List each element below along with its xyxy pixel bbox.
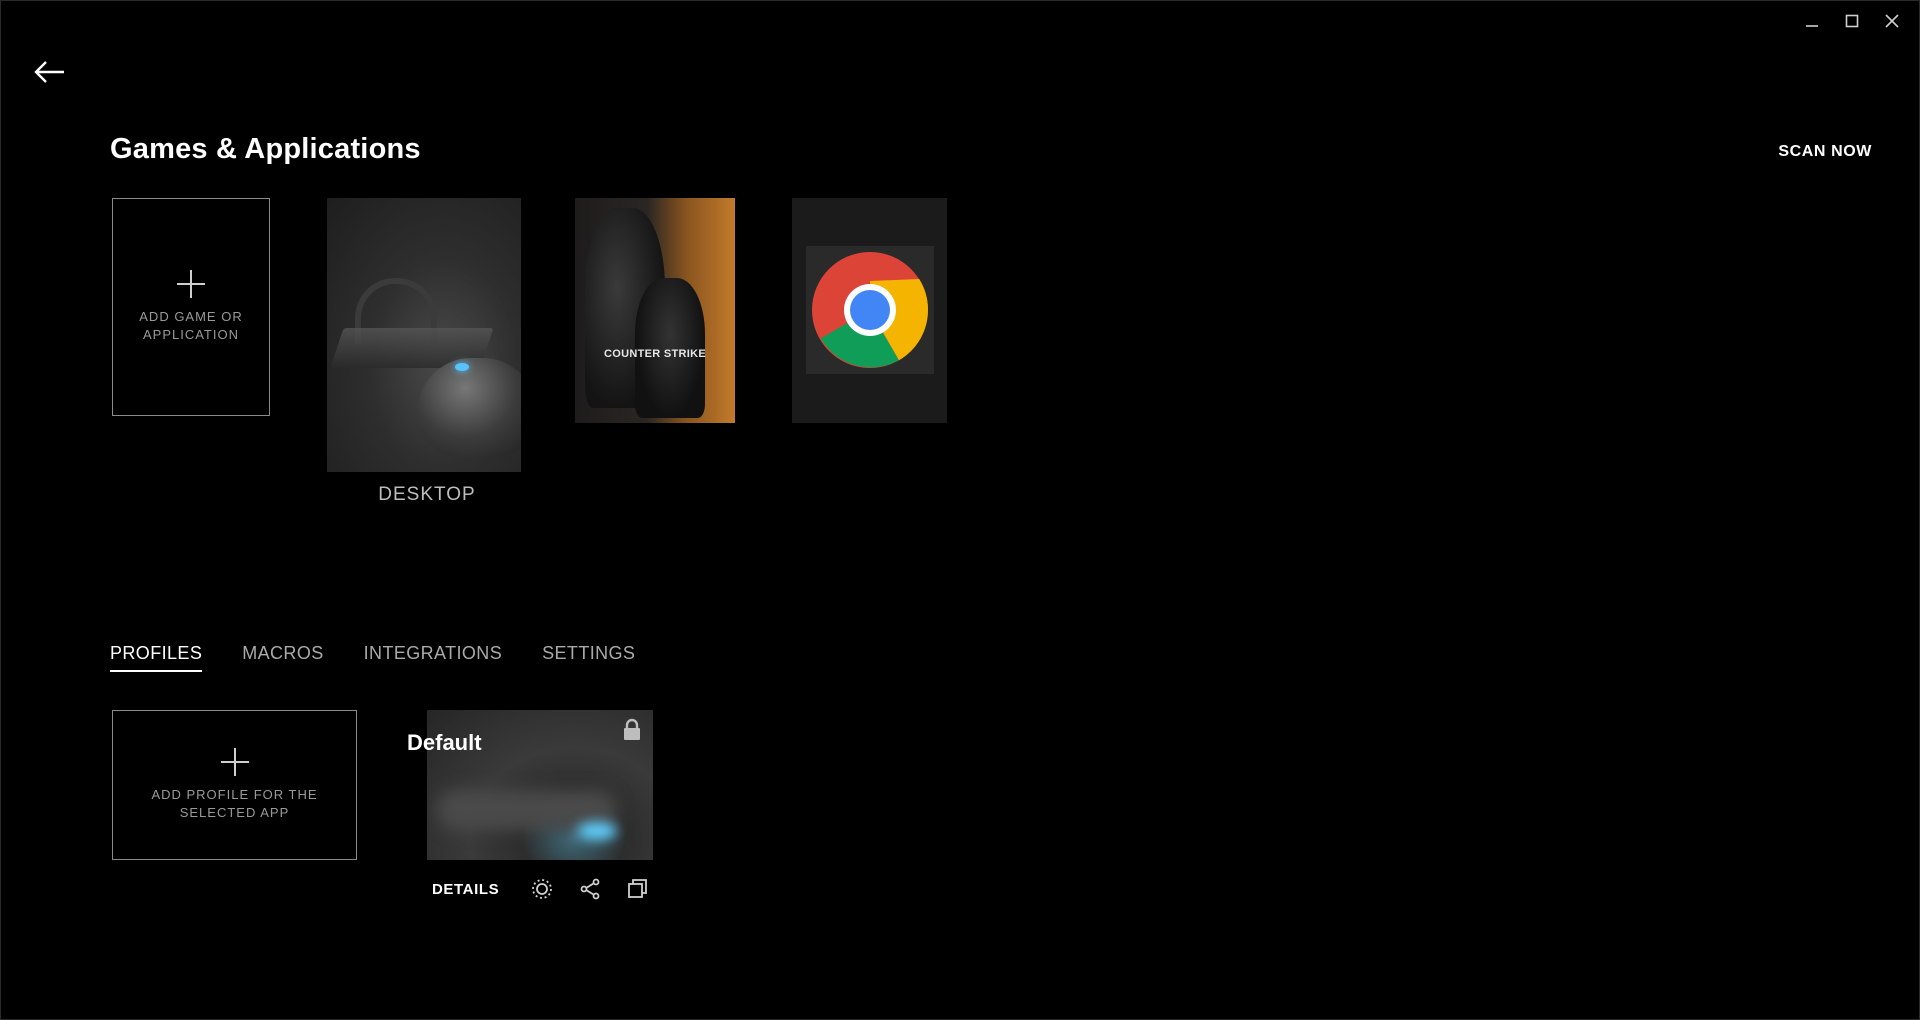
- tab-macros[interactable]: MACROS: [242, 643, 323, 672]
- plus-icon: [220, 748, 249, 776]
- chrome-icon-box: [806, 246, 934, 374]
- mouse-led: [455, 363, 469, 371]
- close-icon[interactable]: [1872, 8, 1912, 34]
- section-tabs: PROFILES MACROS INTEGRATIONS SETTINGS: [110, 643, 635, 672]
- back-button[interactable]: [32, 58, 68, 86]
- duplicate-icon[interactable]: [625, 876, 651, 902]
- maximize-icon[interactable]: [1832, 8, 1872, 34]
- tab-integrations[interactable]: INTEGRATIONS: [364, 643, 502, 672]
- add-profile-label: ADD PROFILE FOR THE SELECTED APP: [151, 787, 318, 820]
- tab-settings[interactable]: SETTINGS: [542, 643, 635, 672]
- lock-icon: [621, 718, 643, 747]
- game-tile-desktop[interactable]: [327, 198, 521, 472]
- plus-icon: [177, 270, 205, 298]
- share-icon[interactable]: [577, 876, 603, 902]
- mouse-image: [417, 358, 521, 458]
- add-profile-button[interactable]: ADD PROFILE FOR THE SELECTED APP: [112, 710, 357, 860]
- chrome-icon: [812, 252, 929, 368]
- game-tile-desktop-label: DESKTOP: [378, 484, 476, 505]
- details-button[interactable]: DETAILS: [432, 881, 499, 898]
- scan-now-button[interactable]: SCAN NOW: [1778, 143, 1872, 161]
- profile-thumbnail-led: [577, 822, 617, 840]
- game-tile-chrome[interactable]: [792, 198, 947, 423]
- minimize-icon[interactable]: [1792, 8, 1832, 34]
- lighting-icon[interactable]: [529, 876, 555, 902]
- add-game-button[interactable]: ADD GAME OR APPLICATION: [112, 198, 270, 416]
- tab-profiles[interactable]: PROFILES: [110, 643, 203, 672]
- profile-actions: DETAILS: [432, 876, 673, 902]
- counter-strike-logo: COUNTER STRIKE: [604, 348, 706, 360]
- game-tile-counter-strike[interactable]: COUNTER STRIKE: [575, 198, 735, 423]
- profile-name: Default: [407, 730, 482, 755]
- arrow-left-icon: [34, 61, 64, 83]
- window-controls: [1792, 8, 1912, 34]
- add-game-label: ADD GAME OR APPLICATION: [139, 309, 243, 342]
- page-title: Games & Applications: [110, 133, 421, 165]
